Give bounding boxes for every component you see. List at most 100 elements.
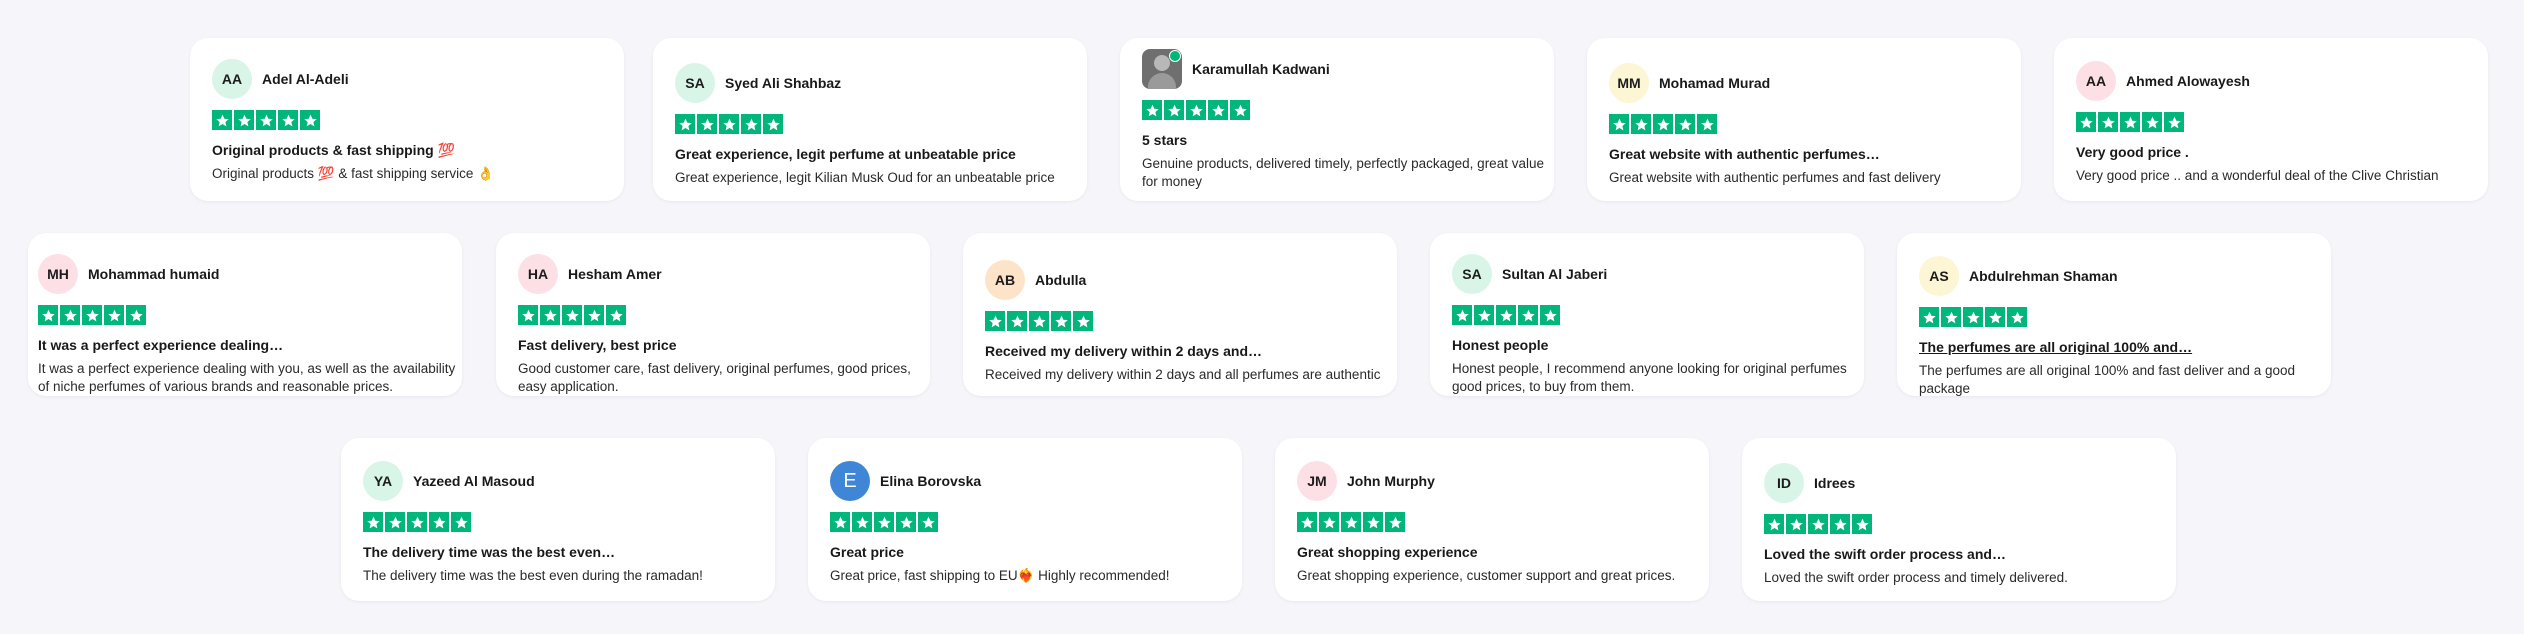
reviewer-name: Yazeed Al Masoud [413, 473, 535, 489]
star-rating [38, 305, 440, 325]
star-icon [1653, 114, 1673, 134]
star-icon [675, 114, 695, 134]
star-icon [1963, 307, 1983, 327]
star-icon [212, 110, 232, 130]
star-icon [38, 305, 58, 325]
review-body: Received my delivery within 2 days and a… [985, 367, 1381, 382]
review-title[interactable]: Received my delivery within 2 days and… [985, 342, 1375, 360]
star-icon [2120, 112, 2140, 132]
review-title[interactable]: Fast delivery, best price [518, 336, 908, 354]
review-card[interactable]: Karamullah Kadwani 5 stars Genuine produ… [1120, 38, 1554, 201]
avatar-photo [1142, 49, 1182, 89]
review-body: The perfumes are all original 100% and f… [1919, 363, 2295, 396]
star-icon [741, 114, 761, 134]
star-icon [1609, 114, 1629, 134]
review-card[interactable]: MH Mohammad humaid It was a perfect expe… [28, 233, 462, 396]
star-rating [1452, 305, 1842, 325]
reviewer-name: Idrees [1814, 475, 1856, 491]
review-title[interactable]: Great experience, legit perfume at unbea… [675, 145, 1065, 163]
review-body: Great price, fast shipping to EU❤️‍🔥 Hig… [830, 568, 1170, 583]
review-title[interactable]: Original products & fast shipping 💯 [212, 141, 602, 159]
star-icon [1319, 512, 1339, 532]
reviewer-name: Karamullah Kadwani [1192, 61, 1330, 77]
star-icon [2098, 112, 2118, 132]
star-icon [2076, 112, 2096, 132]
star-icon [852, 512, 872, 532]
star-icon [1697, 114, 1717, 134]
star-icon [1941, 307, 1961, 327]
review-title[interactable]: Honest people [1452, 336, 1842, 354]
star-icon [1142, 100, 1162, 120]
star-icon [763, 114, 783, 134]
avatar: MH [38, 254, 78, 294]
star-rating [2076, 112, 2466, 132]
star-icon [1208, 100, 1228, 120]
star-icon [1007, 311, 1027, 331]
avatar: MM [1609, 63, 1649, 103]
star-rating [1764, 514, 2154, 534]
star-rating [212, 110, 602, 130]
review-card[interactable]: JM John Murphy Great shopping experience… [1275, 438, 1709, 601]
star-icon [385, 512, 405, 532]
avatar: SA [675, 63, 715, 103]
star-icon [1808, 514, 1828, 534]
star-icon [82, 305, 102, 325]
review-card[interactable]: MM Mohamad Murad Great website with auth… [1587, 38, 2021, 201]
star-icon [1230, 100, 1250, 120]
star-icon [451, 512, 471, 532]
avatar: AA [2076, 61, 2116, 101]
review-title[interactable]: 5 stars [1142, 131, 1532, 149]
reviewer-name: Abdulla [1035, 272, 1087, 288]
review-card[interactable]: SA Syed Ali Shahbaz Great experience, le… [653, 38, 1087, 201]
star-icon [256, 110, 276, 130]
review-title[interactable]: Great price [830, 543, 1220, 561]
review-card[interactable]: ID Idrees Loved the swift order process … [1742, 438, 2176, 601]
review-card[interactable]: AB Abdulla Received my delivery within 2… [963, 233, 1397, 396]
review-card[interactable]: YA Yazeed Al Masoud The delivery time wa… [341, 438, 775, 601]
review-title[interactable]: Loved the swift order process and… [1764, 545, 2154, 563]
star-icon [407, 512, 427, 532]
star-icon [562, 305, 582, 325]
star-icon [896, 512, 916, 532]
star-icon [1385, 512, 1405, 532]
star-icon [2164, 112, 2184, 132]
review-body: Very good price .. and a wonderful deal … [2076, 168, 2439, 183]
star-icon [1474, 305, 1494, 325]
review-card[interactable]: AS Abdulrehman Shaman The perfumes are a… [1897, 233, 2331, 396]
star-rating [1297, 512, 1687, 532]
review-title[interactable]: Great website with authentic perfumes… [1609, 145, 1999, 163]
star-icon [1051, 311, 1071, 331]
star-icon [1985, 307, 2005, 327]
star-icon [1297, 512, 1317, 532]
review-title[interactable]: Great shopping experience [1297, 543, 1687, 561]
review-title[interactable]: Very good price . [2076, 143, 2466, 161]
review-card[interactable]: AA Ahmed Alowayesh Very good price . Ver… [2054, 38, 2488, 201]
verified-icon [1169, 50, 1181, 62]
star-icon [1452, 305, 1472, 325]
star-icon [126, 305, 146, 325]
star-icon [2007, 307, 2027, 327]
review-card[interactable]: E Elina Borovska Great price Great price… [808, 438, 1242, 601]
review-body: The delivery time was the best even duri… [363, 568, 703, 583]
review-body: Great shopping experience, customer supp… [1297, 568, 1676, 583]
avatar: AS [1919, 256, 1959, 296]
review-card[interactable]: AA Adel Al-Adeli Original products & fas… [190, 38, 624, 201]
avatar: AA [212, 59, 252, 99]
review-card[interactable]: SA Sultan Al Jaberi Honest people Honest… [1430, 233, 1864, 396]
star-icon [606, 305, 626, 325]
star-icon [1631, 114, 1651, 134]
review-card[interactable]: HA Hesham Amer Fast delivery, best price… [496, 233, 930, 396]
review-body: Honest people, I recommend anyone lookin… [1452, 361, 1847, 394]
star-icon [830, 512, 850, 532]
star-icon [697, 114, 717, 134]
star-icon [918, 512, 938, 532]
review-title[interactable]: The delivery time was the best even… [363, 543, 753, 561]
review-body: Genuine products, delivered timely, perf… [1142, 156, 1544, 189]
avatar: YA [363, 461, 403, 501]
star-icon [60, 305, 80, 325]
reviewer-name: Adel Al-Adeli [262, 71, 349, 87]
star-icon [719, 114, 739, 134]
star-rating [1142, 100, 1532, 120]
review-title[interactable]: It was a perfect experience dealing… [38, 336, 440, 354]
review-title[interactable]: The perfumes are all original 100% and… [1919, 338, 2309, 356]
